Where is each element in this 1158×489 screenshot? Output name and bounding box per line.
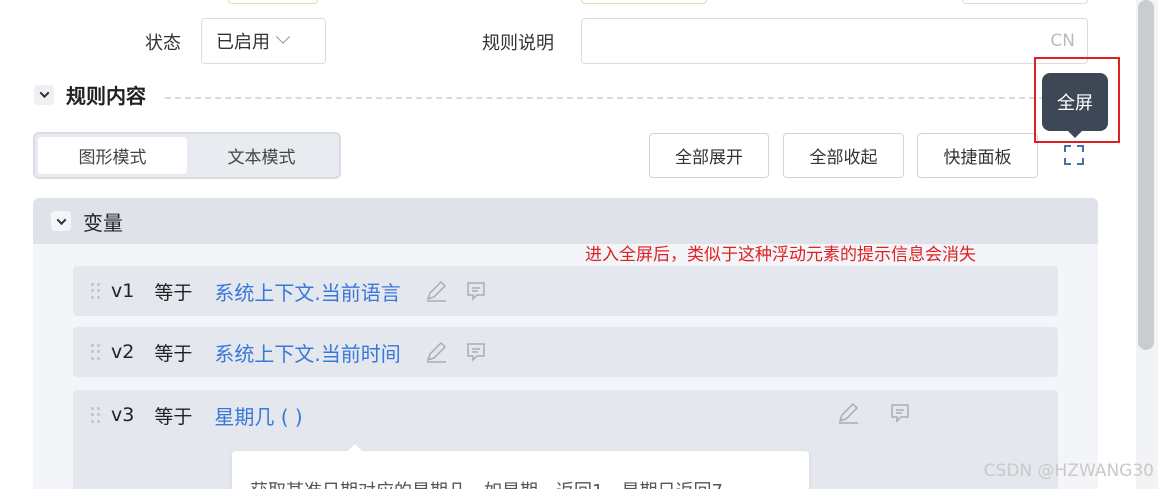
mode-switch: 图形模式 文本模式 bbox=[33, 132, 341, 179]
rule-desc-input[interactable]: CN bbox=[581, 18, 1088, 64]
variable-operator[interactable]: 等于 bbox=[154, 339, 192, 366]
variable-name: v2 bbox=[111, 341, 135, 363]
rule-desc-label: 规则说明 bbox=[482, 33, 554, 54]
comment-icon[interactable] bbox=[463, 339, 489, 365]
collapse-toggle-icon[interactable] bbox=[51, 211, 71, 231]
rule-content-section-header[interactable]: 规则内容 bbox=[34, 80, 146, 109]
variables-title: 变量 bbox=[83, 210, 123, 235]
function-description-popover: 获取某准日期对应的星期几，如星期一返回1，星期日返回7 bbox=[232, 444, 809, 489]
section-title: 规则内容 bbox=[66, 84, 146, 108]
variable-value[interactable]: 系统上下文.当前时间 bbox=[214, 338, 400, 367]
status-value: 已启用 bbox=[216, 32, 270, 53]
variable-name: v1 bbox=[111, 280, 135, 302]
field-edge bbox=[962, 0, 1088, 4]
chevron-down-icon bbox=[275, 29, 291, 44]
variable-value[interactable]: 系统上下文.当前语言 bbox=[214, 277, 400, 306]
scrollbar-thumb[interactable] bbox=[1138, 0, 1154, 350]
variable-operator[interactable]: 等于 bbox=[154, 278, 192, 305]
comment-icon[interactable] bbox=[887, 400, 913, 426]
variable-value[interactable]: 星期几 ( ) bbox=[214, 401, 302, 430]
status-label: 状态 bbox=[145, 33, 181, 54]
edit-icon[interactable] bbox=[835, 400, 861, 426]
edit-icon[interactable] bbox=[423, 339, 449, 365]
variable-row[interactable]: v2 等于 系统上下文.当前时间 bbox=[73, 327, 1058, 377]
edit-icon[interactable] bbox=[423, 278, 449, 304]
variables-panel-header[interactable]: 变量 bbox=[33, 198, 1098, 244]
collapse-all-button[interactable]: 全部收起 bbox=[783, 133, 904, 178]
drag-handle-icon[interactable] bbox=[91, 283, 101, 299]
drag-handle-icon[interactable] bbox=[91, 407, 101, 423]
shortcut-panel-button[interactable]: 快捷面板 bbox=[917, 133, 1038, 178]
status-select[interactable]: 已启用 bbox=[201, 18, 326, 64]
text-mode-tab[interactable]: 文本模式 bbox=[187, 137, 336, 174]
variable-name: v3 bbox=[111, 404, 135, 426]
highlight-box bbox=[1034, 57, 1120, 143]
language-indicator[interactable]: CN bbox=[1050, 31, 1075, 51]
collapse-toggle-icon[interactable] bbox=[34, 84, 54, 105]
section-divider bbox=[165, 97, 1045, 99]
drag-handle-icon[interactable] bbox=[91, 344, 101, 360]
comment-icon[interactable] bbox=[463, 278, 489, 304]
field-edge bbox=[228, 0, 318, 4]
expand-all-button[interactable]: 全部展开 bbox=[649, 133, 769, 178]
field-edge bbox=[581, 0, 707, 4]
watermark: CSDN @HZWANG30 bbox=[983, 461, 1154, 481]
variable-operator[interactable]: 等于 bbox=[154, 402, 192, 429]
graphic-mode-tab[interactable]: 图形模式 bbox=[38, 137, 187, 174]
variable-row[interactable]: v1 等于 系统上下文.当前语言 bbox=[73, 266, 1058, 316]
annotation-note: 进入全屏后，类似于这种浮动元素的提示信息会消失 bbox=[585, 245, 976, 265]
popover-text: 获取某准日期对应的星期几，如星期一返回1，星期日返回7 bbox=[250, 477, 723, 489]
fullscreen-icon[interactable] bbox=[1063, 144, 1085, 166]
